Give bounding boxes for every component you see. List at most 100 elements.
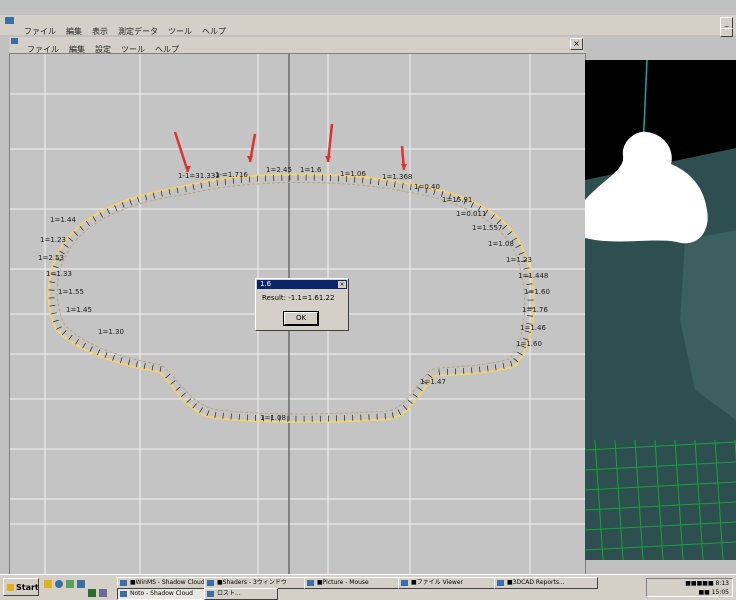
tray-clock-line2[interactable]: ■■ 15:05 (647, 588, 729, 597)
app-menu-measure[interactable]: 測定データ (118, 26, 158, 37)
profile-tick (225, 179, 226, 185)
app-menu-file[interactable]: ファイル (24, 26, 56, 37)
measure-label: 1=1.46 (520, 324, 546, 332)
profile-tick (514, 358, 519, 362)
app-icon[interactable] (5, 17, 14, 24)
measure-label: 1=1.60 (516, 340, 542, 348)
dialog-message: Result: -1.1=1.61.22 (256, 290, 348, 304)
profile-tick (136, 361, 137, 367)
profile-tick (507, 231, 512, 235)
force-arrow-head (247, 156, 253, 162)
measure-label: 1=1.60 (524, 288, 550, 296)
measure-label: 1=1.33 (46, 270, 72, 278)
3d-scene (585, 60, 736, 560)
profile-tick (217, 180, 218, 186)
measure-label: 1=15.91 (442, 196, 472, 204)
force-arrow-head (401, 164, 407, 170)
measure-label: 1=1.76 (522, 306, 548, 314)
profile-tick (403, 405, 407, 409)
profile-tick (49, 305, 55, 306)
app-menu-view[interactable]: 表示 (92, 26, 108, 37)
taskbar-task-6[interactable]: Noto - Shadow Cloud (117, 588, 211, 600)
measure-label: 1=1.368 (382, 173, 412, 181)
measure-label: 1=1.23 (40, 236, 66, 244)
profile-tick (56, 327, 61, 330)
profile-tick (516, 245, 521, 248)
profile-tick (74, 231, 78, 235)
taskbar-task-4[interactable]: ■ファイル Viewer (398, 577, 500, 589)
taskbar-task-7[interactable]: ロスト... (204, 588, 278, 600)
drawing-close-button[interactable]: × (570, 38, 583, 50)
dialog-close-button[interactable]: × (338, 281, 346, 288)
profile-tick (491, 214, 495, 219)
system-tray: ■■■■■ 8:13 ■■ 15:05 (646, 578, 733, 597)
profile-tick (418, 387, 423, 391)
profile-tick (362, 177, 363, 183)
taskbar-task-5[interactable]: ■3DCAD Reports... (494, 577, 598, 589)
dialog-title-bar: 1.6 × (257, 280, 347, 289)
measure-label: 1=2.53 (38, 254, 64, 262)
measure-label: 1=1.6 (300, 166, 322, 174)
measure-label: 1=1.30 (98, 328, 124, 336)
3d-white-model (585, 132, 708, 243)
profile-tick (105, 352, 107, 358)
profile-tick (209, 181, 210, 187)
profile-tick (398, 410, 401, 415)
app-menu-edit[interactable]: 編集 (66, 26, 82, 37)
measure-label: 1=2.45 (266, 166, 292, 174)
profile-tick (181, 393, 186, 397)
quicklaunch-desktop-icon[interactable] (77, 580, 85, 588)
measure-label: 1=1.44 (50, 216, 76, 224)
measure-label: 1-=1.716 (215, 171, 248, 179)
measure-label: 1=0.011 (456, 210, 486, 218)
profile-tick (115, 205, 117, 211)
profile-tick (53, 266, 59, 268)
tray-clock-line1: ■■■■■ 8:13 (647, 579, 729, 588)
result-dialog: 1.6 × Result: -1.1=1.61.22 OK (255, 278, 349, 331)
quicklaunch-tool-icon[interactable] (99, 589, 107, 597)
quicklaunch-app-icon[interactable] (88, 589, 96, 597)
app-menu-tools[interactable]: ツール (168, 26, 192, 37)
dialog-title: 1.6 (260, 280, 271, 288)
app-restore-button[interactable] (720, 28, 733, 37)
measure-label: 1=1.47 (420, 378, 446, 386)
app-menu-bar: ファイル 編集 表示 測定データ ツール ヘルプ (6, 24, 226, 38)
profile-tick (128, 359, 130, 365)
profile-tick (394, 181, 395, 187)
force-arrows (175, 124, 407, 172)
3d-view-panel[interactable] (585, 60, 736, 560)
profile-tick (53, 320, 59, 322)
profile-tick (511, 361, 512, 367)
profile-tick (185, 186, 186, 192)
measurement-canvas[interactable]: 1-1=31.3331-=1.716 1=2.45 1=1.6 1=1.06 1=1.3… (9, 53, 586, 575)
profile-tick (207, 410, 209, 416)
profile-tick (49, 282, 55, 283)
taskbar-task-3[interactable]: ■Picture - Mouse (304, 577, 406, 589)
profile-tick (90, 346, 93, 351)
profile-tick (80, 226, 84, 231)
quicklaunch-browser-icon[interactable] (55, 580, 63, 588)
measure-label: 1=1.45 (66, 306, 92, 314)
measure-label: 1=1.06 (340, 170, 366, 178)
quicklaunch-mail-icon[interactable] (66, 580, 74, 588)
profile-tick (83, 343, 86, 348)
profile-tick (62, 330, 66, 334)
profile-tick (176, 387, 181, 391)
profile-tick (201, 183, 202, 189)
profile-tick (100, 212, 103, 217)
measure-label: 1=1.448 (518, 272, 548, 280)
profile-tick (69, 335, 73, 340)
dialog-ok-button[interactable]: OK (284, 312, 318, 325)
measure-label: 1-1=31.333 (178, 172, 220, 180)
start-button[interactable]: Start (3, 578, 39, 596)
profile-tick (120, 357, 122, 363)
profile-tick (93, 216, 96, 221)
quicklaunch-explorer-icon[interactable] (44, 580, 52, 588)
taskbar: Start ■WinMS - Shadow Cloudin ■Shaders -… (0, 574, 736, 600)
profile-tick (113, 355, 115, 361)
app-title-bar: ファイル 編集 表示 測定データ ツール ヘルプ _ (0, 15, 736, 35)
profile-tick (193, 404, 197, 409)
app-menu-help[interactable]: ヘルプ (202, 26, 226, 37)
measure-label: 1=1.55 (58, 288, 84, 296)
measure-label: 1=1.557 (472, 224, 502, 232)
